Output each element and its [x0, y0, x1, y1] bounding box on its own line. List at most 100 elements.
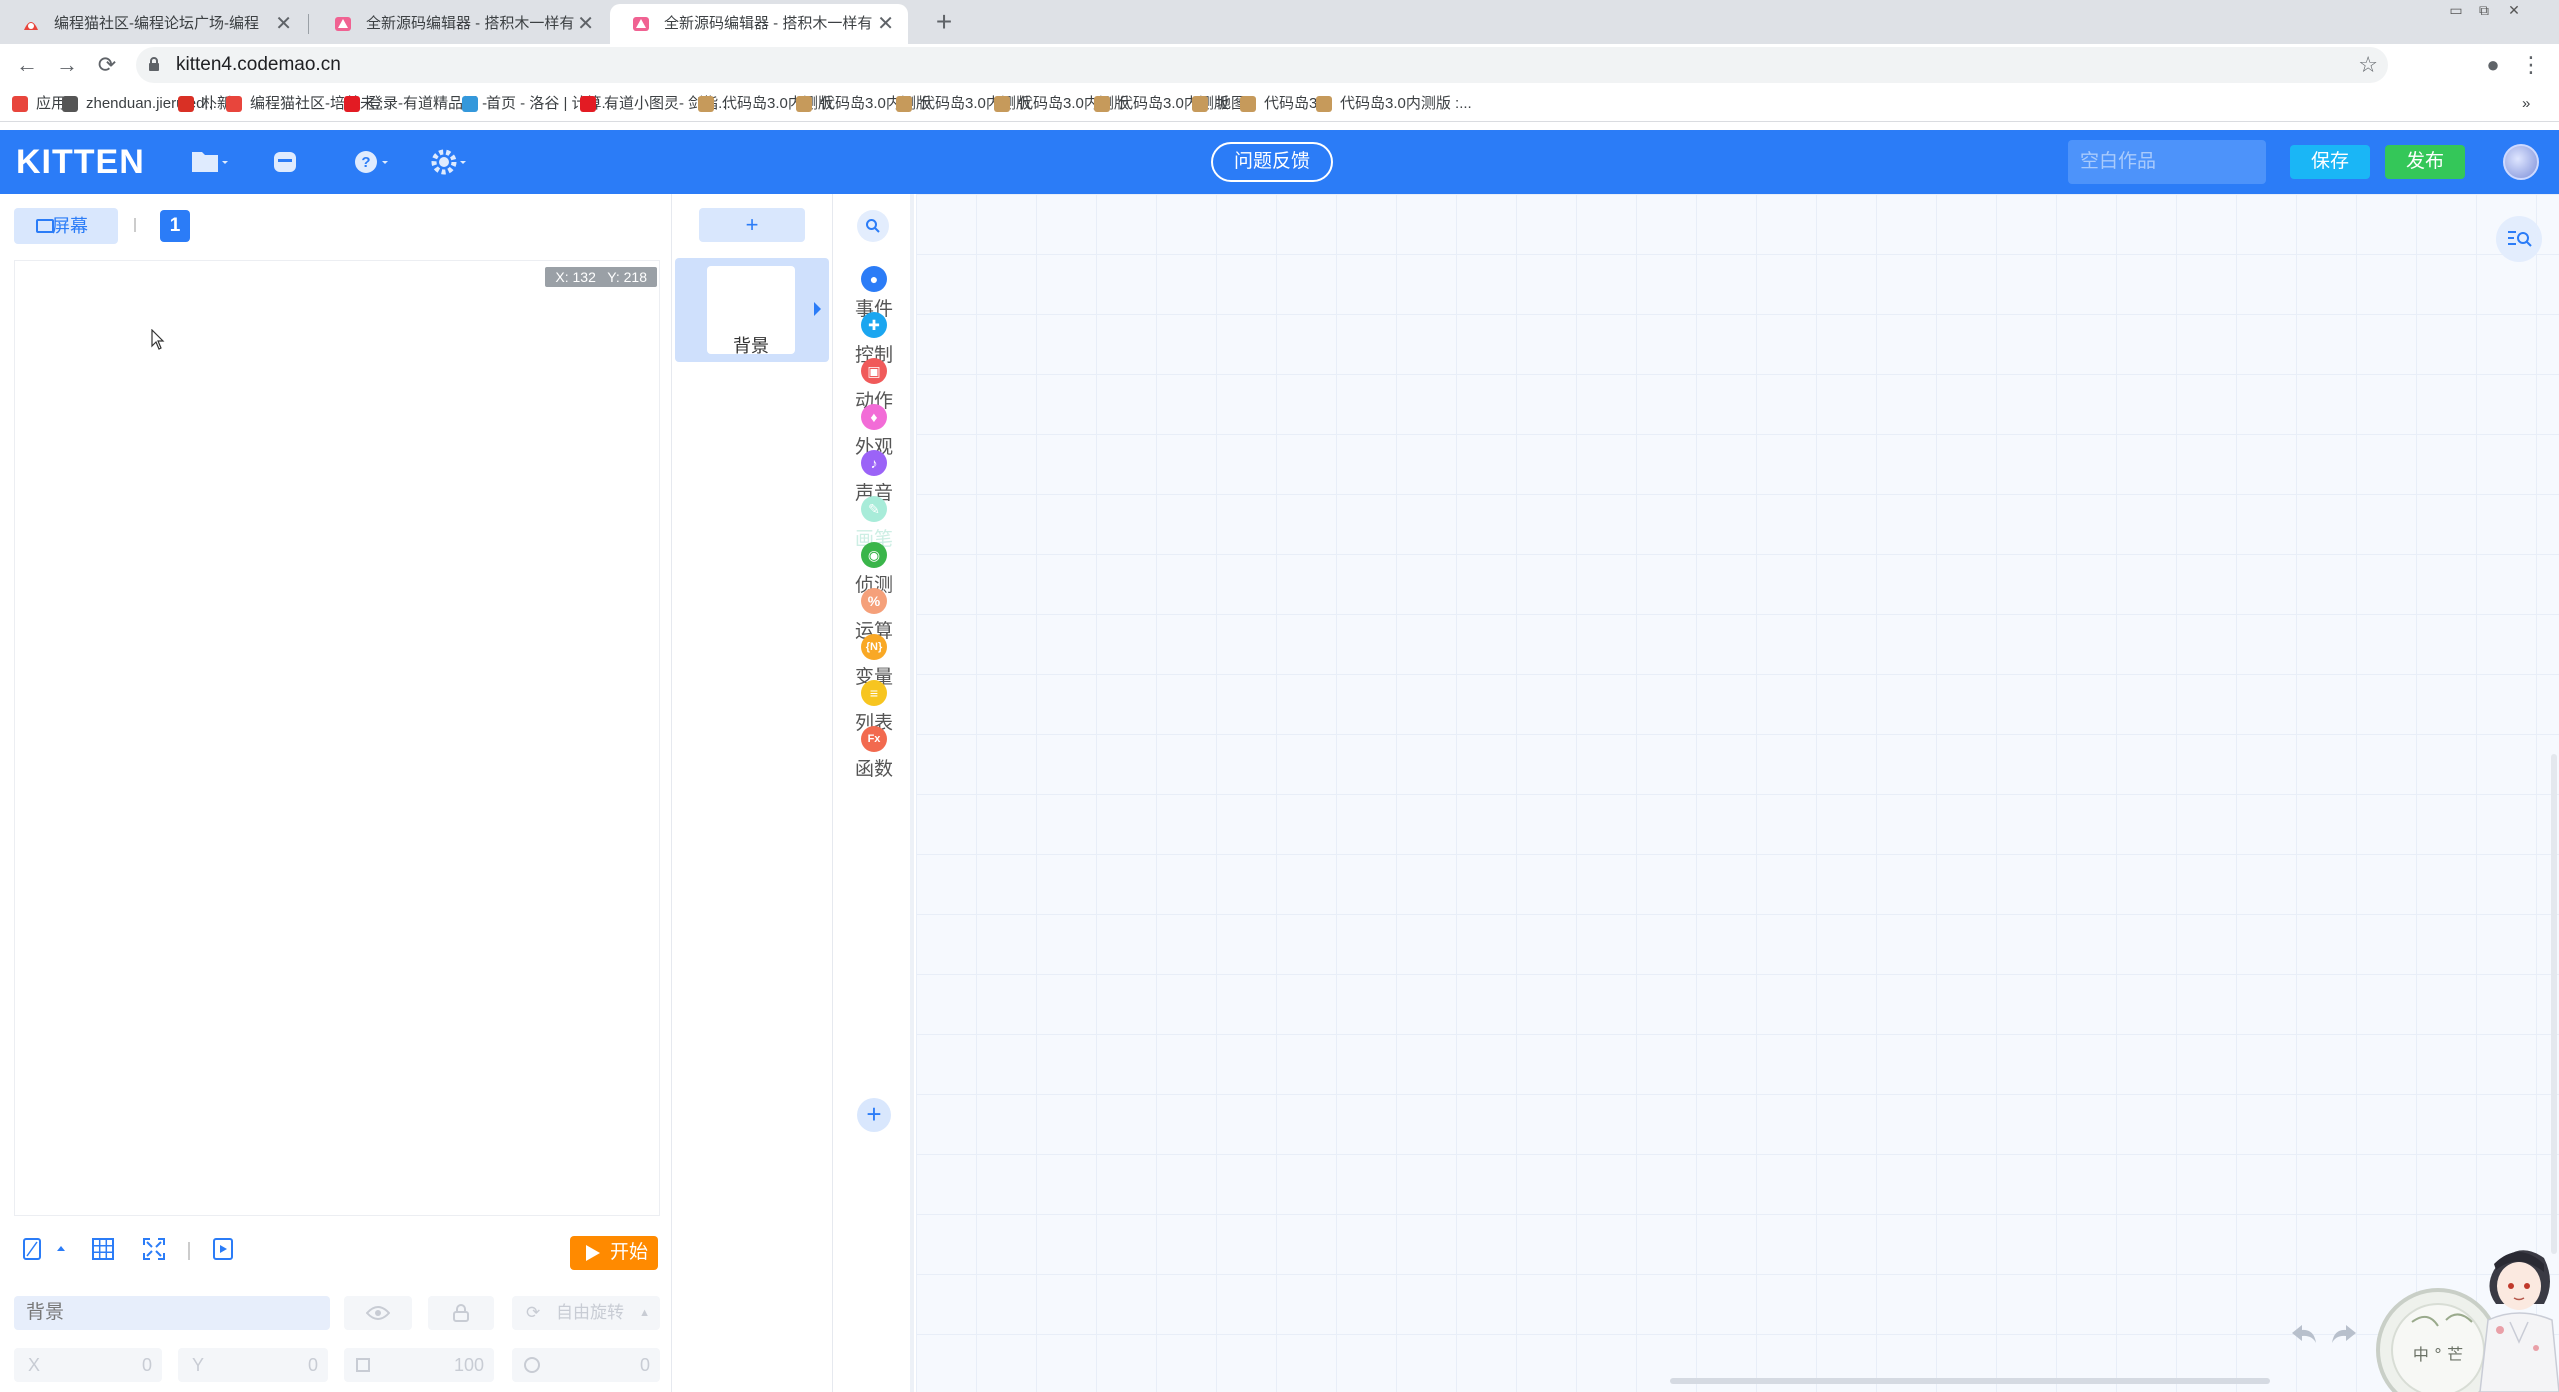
caret-up-icon[interactable] [54, 1236, 68, 1262]
bookmark-star-icon[interactable]: ☆ [2358, 47, 2378, 83]
redo-icon[interactable] [2330, 1322, 2358, 1346]
bookmark-favicon-icon [698, 96, 714, 112]
bookmark-item[interactable]: 应用 [12, 86, 66, 122]
chevron-right-icon[interactable] [814, 302, 821, 316]
bookmark-item[interactable]: 朴新 [178, 86, 232, 122]
rotate-icon: ⟳ [526, 1303, 541, 1322]
code-workspace[interactable]: 中 ° 芒 [916, 194, 2559, 1392]
direction-field[interactable]: 0 [512, 1348, 660, 1382]
variables-icon: {N} [861, 634, 887, 660]
kitten-logo: KITTEN [16, 143, 145, 181]
category-label: 函数 [854, 759, 893, 780]
settings-gear-icon[interactable] [428, 146, 468, 178]
screen-button[interactable]: 屏幕 [14, 208, 118, 244]
publish-button[interactable]: 发布 [2385, 145, 2465, 179]
rotation-mode-select[interactable]: ⟳ 自由旋转 ▲ [512, 1296, 660, 1330]
horizontal-scrollbar[interactable] [1670, 1378, 2270, 1384]
back-button[interactable]: ← [12, 50, 42, 80]
event-icon: ● [861, 266, 887, 292]
browser-tab-3-active[interactable]: 全新源码编辑器 - 搭积木一样有 ✕ [610, 4, 908, 44]
forward-button[interactable]: → [52, 50, 82, 80]
project-title-input[interactable] [2068, 140, 2266, 184]
undo-icon[interactable] [2290, 1322, 2318, 1346]
new-tab-button[interactable]: + [924, 4, 964, 44]
grid-icon[interactable] [90, 1236, 116, 1262]
background-sprite-card[interactable]: 背景 [675, 258, 829, 362]
browser-tab-1[interactable]: 编程猫社区-编程论坛广场-编程 ✕ [0, 4, 306, 44]
size-value: 100 [453, 1355, 484, 1375]
minimize-button[interactable]: ▭ [2442, 0, 2470, 22]
tab-close-icon[interactable]: ✕ [877, 4, 894, 44]
category-glyph: % [867, 593, 881, 609]
screen-icon [36, 219, 54, 233]
tab-close-icon[interactable]: ✕ [275, 4, 292, 44]
workspace-search-button[interactable] [2496, 216, 2542, 262]
start-button[interactable]: 开始 [570, 1236, 658, 1270]
add-sprite-button[interactable]: + [699, 208, 805, 242]
direction-value: 0 [639, 1355, 650, 1375]
category-glyph: {N} [865, 641, 883, 653]
stage-size-icon[interactable] [20, 1236, 46, 1262]
tab-close-icon[interactable]: ✕ [577, 4, 594, 44]
reload-button[interactable]: ⟳ [92, 50, 122, 80]
bookmark-favicon-icon [178, 96, 194, 112]
feedback-button[interactable]: 问题反馈 [1211, 142, 1333, 182]
svg-text:?: ? [361, 154, 370, 171]
vertical-scrollbar[interactable] [2551, 754, 2557, 1254]
bookmark-item[interactable]: 代码岛3.0内测版 :... [1316, 86, 1472, 122]
bookmark-favicon-icon [580, 96, 596, 112]
motion-icon: ▣ [861, 358, 887, 384]
looks-icon: ♦ [861, 404, 887, 430]
x-position-field[interactable]: X 0 [14, 1348, 162, 1382]
help-icon[interactable]: ? [350, 146, 390, 178]
tab-title: 全新源码编辑器 - 搭积木一样有 [664, 15, 873, 32]
lock-toggle[interactable] [428, 1296, 494, 1330]
save-button[interactable]: 保存 [2290, 145, 2370, 179]
category-glyph: ✚ [868, 317, 880, 333]
direction-icon [524, 1357, 540, 1373]
bookmarks-bar: 应用 zhenduan.jieruied... 朴新 编程猫社区-培养未... 登录-有… [0, 86, 2559, 122]
tab-title: 编程猫社区-编程论坛广场-编程 [54, 15, 259, 32]
bookmark-item[interactable]: 地图 [1192, 86, 1246, 122]
size-icon [356, 1358, 370, 1372]
visibility-toggle[interactable] [344, 1296, 412, 1330]
background-label: 背景 [733, 336, 769, 356]
screen-number-tab[interactable]: 1 [160, 210, 190, 242]
block-category-column: ● 事件 ✚ 控制 ▣ 动作 ♦ 外观 ♪ 声音 ✎ 画笔 ◉ 侦测% 运算 {N} 变量 ≡ 列表 Fx 函数 + [834, 194, 914, 1392]
category-function[interactable]: Fx 函数 [834, 726, 914, 796]
block-search-button[interactable] [857, 210, 889, 242]
pen-icon: ✎ [861, 496, 887, 522]
bookmark-favicon-icon [344, 96, 360, 112]
bookmarks-overflow-button[interactable]: » [2522, 86, 2530, 122]
add-extension-button[interactable]: + [857, 1098, 891, 1132]
stage-canvas[interactable]: X: 132 Y: 218 [14, 260, 660, 1216]
y-position-field[interactable]: Y 0 [178, 1348, 328, 1382]
browser-tab-strip: 编程猫社区-编程论坛广场-编程 ✕ 全新源码编辑器 - 搭积木一样有 ✕ 全新源… [0, 0, 2559, 44]
rotation-mode-label: 自由旋转 [556, 1303, 624, 1322]
stage-toolbar: 开始 [0, 1224, 672, 1278]
mouse-coords-readout: X: 132 Y: 218 [545, 267, 657, 287]
bookmark-favicon-icon [994, 96, 1010, 112]
profile-icon[interactable]: ● [2478, 50, 2508, 80]
mascot-character-image: 中 ° 芒 [2376, 1250, 2559, 1392]
address-bar-row: ← → ⟳ kitten4.codemao.cn ☆ ● ⋮ [0, 44, 2559, 86]
omnibox[interactable]: kitten4.codemao.cn ☆ [136, 47, 2388, 83]
restore-button[interactable]: ⧉ [2470, 0, 2498, 22]
folder-icon[interactable] [190, 146, 230, 178]
mascot-badge-text: 中 ° 芒 [2413, 1345, 2463, 1364]
tab-divider [308, 14, 309, 34]
function-icon: Fx [861, 726, 887, 752]
fullscreen-icon[interactable] [141, 1236, 167, 1262]
close-window-button[interactable]: ✕ [2500, 0, 2528, 22]
sprite-name-field[interactable]: 背景 [14, 1296, 330, 1330]
browser-tab-2[interactable]: 全新源码编辑器 - 搭积木一样有 ✕ [312, 4, 608, 44]
user-avatar[interactable] [2503, 144, 2539, 180]
browser-menu-icon[interactable]: ⋮ [2516, 50, 2546, 80]
x-label: X [28, 1355, 41, 1375]
robot-icon[interactable] [268, 146, 308, 178]
size-field[interactable]: 100 [344, 1348, 494, 1382]
category-glyph: ♪ [870, 455, 878, 471]
operators-icon: % [861, 588, 887, 614]
present-mode-icon[interactable] [210, 1236, 236, 1262]
url-text: kitten4.codemao.cn [176, 54, 341, 75]
